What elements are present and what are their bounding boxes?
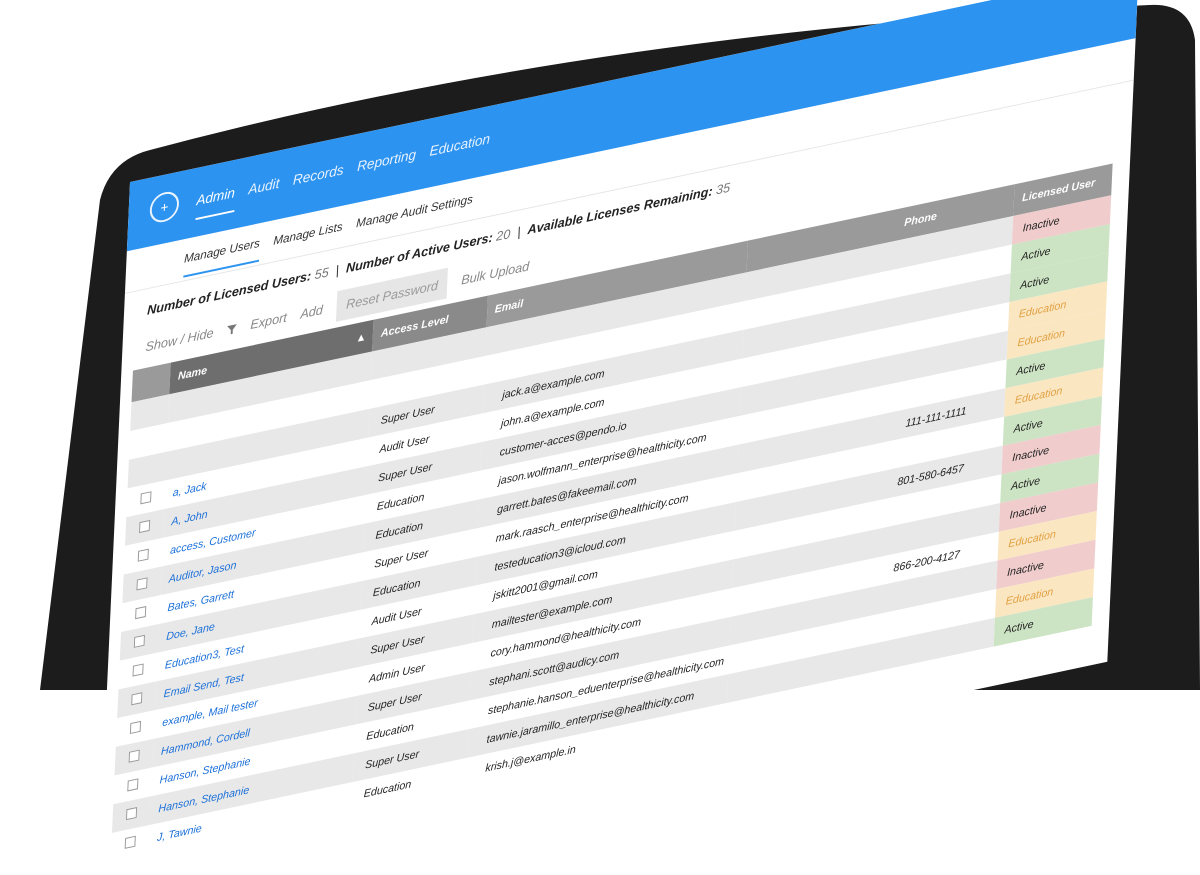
row-checkbox-box[interactable] [125, 835, 136, 848]
available-licenses-value: 35 [716, 180, 731, 198]
row-checkbox-box[interactable] [127, 778, 138, 791]
nav-reporting[interactable]: Reporting [356, 146, 416, 186]
nav-audit[interactable]: Audit [248, 175, 280, 209]
bulk-upload-button[interactable]: Bulk Upload [461, 258, 530, 287]
row-checkbox-box[interactable] [129, 749, 140, 762]
sort-up-icon[interactable]: ▲ [356, 331, 367, 345]
row-checkbox-box[interactable] [138, 548, 149, 561]
licensed-users-value: 55 [314, 264, 329, 282]
row-checkbox-box[interactable] [133, 663, 144, 676]
plus-circle-icon[interactable]: + [149, 189, 179, 225]
row-checkbox-box[interactable] [135, 606, 146, 619]
row-checkbox-box[interactable] [134, 634, 145, 647]
export-button[interactable]: Export [250, 310, 287, 333]
row-checkbox-box[interactable] [140, 491, 151, 504]
header-name-label: Name [178, 365, 208, 383]
row-checkbox-box[interactable] [139, 519, 150, 532]
active-users-value: 20 [496, 226, 511, 244]
row-checkbox-box[interactable] [131, 692, 142, 705]
row-checkbox-box[interactable] [126, 807, 137, 820]
nav-education[interactable]: Education [429, 130, 491, 170]
row-checkbox-box[interactable] [136, 577, 147, 590]
show-hide-button[interactable]: Show / Hide [145, 325, 214, 354]
add-button[interactable]: Add [300, 302, 323, 322]
nav-records[interactable]: Records [292, 161, 344, 199]
row-checkbox-box[interactable] [130, 720, 141, 733]
nav-admin[interactable]: Admin [196, 184, 236, 220]
filter-icon[interactable] [227, 323, 237, 335]
